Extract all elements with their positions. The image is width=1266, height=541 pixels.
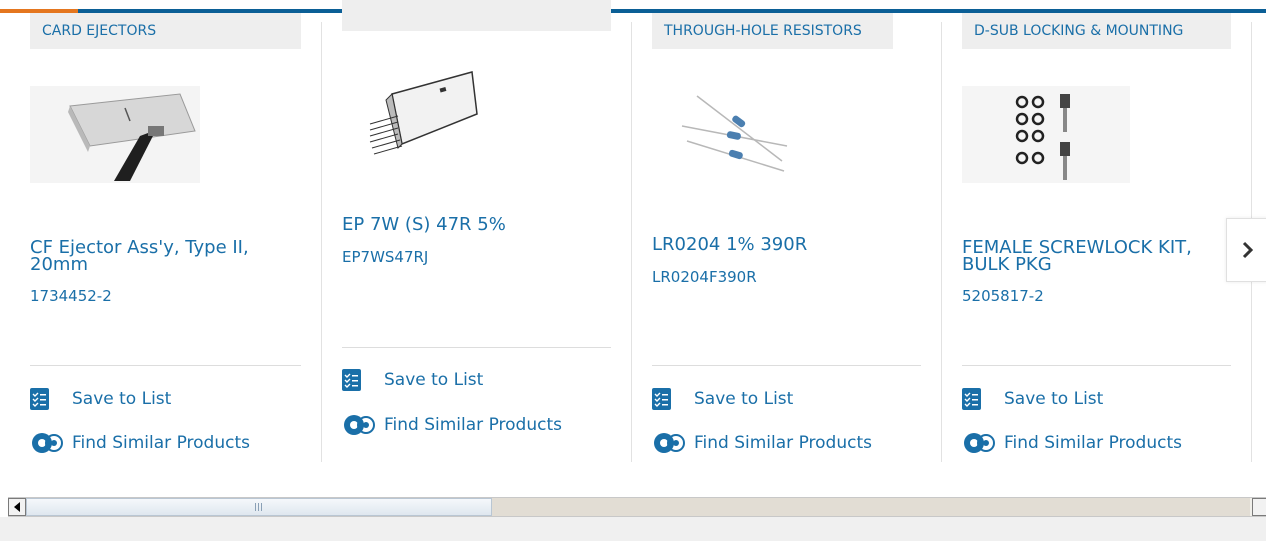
card-separator	[30, 365, 301, 366]
gears-icon	[342, 413, 376, 437]
scroll-left-button[interactable]	[8, 498, 26, 516]
product-image[interactable]	[30, 86, 200, 183]
card-separator	[962, 365, 1231, 366]
find-similar-button[interactable]: Find Similar Products	[652, 431, 872, 455]
card-divider	[321, 22, 322, 462]
find-similar-button[interactable]: Find Similar Products	[962, 431, 1182, 455]
category-tab[interactable]: D-SUB LOCKING & MOUNTING	[962, 13, 1231, 49]
save-to-list-button[interactable]: Save to List	[342, 369, 483, 391]
product-image[interactable]	[962, 86, 1130, 183]
card-separator	[652, 365, 921, 366]
save-to-list-label: Save to List	[1004, 389, 1104, 409]
product-title[interactable]: LR0204 1% 390R	[652, 236, 912, 254]
find-similar-label: Find Similar Products	[694, 433, 872, 453]
product-card: D-SUB LOCKING & MOUNTING FEMALE SCREWLOC…	[962, 0, 1231, 470]
card-ejector-icon	[68, 93, 196, 181]
checklist-icon	[962, 388, 981, 410]
product-card: CARD EJECTORS CF Ejector Ass'y, Type II,…	[30, 0, 301, 470]
save-to-list-label: Save to List	[72, 389, 172, 409]
product-title[interactable]: FEMALE SCREWLOCK KIT, BULK PKG	[962, 239, 1230, 274]
card-divider	[941, 22, 942, 462]
save-to-list-button[interactable]: Save to List	[30, 388, 171, 410]
scroll-track[interactable]	[492, 498, 1250, 516]
gears-icon	[962, 431, 996, 455]
carousel-next-button[interactable]	[1226, 218, 1266, 282]
horizontal-scrollbar[interactable]	[8, 497, 1266, 517]
resistor-network-icon	[369, 71, 478, 155]
screwlock-kit-icon	[1015, 94, 1070, 180]
find-similar-button[interactable]: Find Similar Products	[342, 413, 562, 437]
gears-icon	[30, 431, 64, 455]
product-carousel-page: CARD EJECTORS CF Ejector Ass'y, Type II,…	[0, 0, 1266, 541]
product-title[interactable]: EP 7W (S) 47R 5%	[342, 216, 602, 234]
category-tab[interactable]: THROUGH-HOLE RESISTORS	[652, 13, 893, 49]
checklist-icon	[30, 388, 49, 410]
save-to-list-label: Save to List	[384, 370, 484, 390]
arrow-left-icon	[14, 502, 20, 512]
save-to-list-label: Save to List	[694, 389, 794, 409]
part-number[interactable]: LR0204F390R	[652, 268, 757, 286]
part-number[interactable]: EP7WS47RJ	[342, 248, 428, 266]
chevron-right-icon	[1242, 241, 1254, 259]
product-image[interactable]	[362, 64, 482, 164]
grip-icon	[255, 503, 262, 511]
product-title[interactable]: CF Ejector Ass'y, Type II, 20mm	[30, 239, 290, 274]
gears-icon	[652, 431, 686, 455]
product-card: EP 7W (S) 47R 5% EP7WS47RJ Save to List	[342, 0, 611, 470]
checklist-icon	[652, 388, 671, 410]
product-image[interactable]	[672, 86, 802, 181]
card-separator	[342, 347, 611, 348]
scroll-right-button[interactable]	[1252, 498, 1266, 516]
scroll-thumb[interactable]	[26, 498, 492, 516]
checklist-icon	[342, 369, 361, 391]
footer-band	[0, 517, 1266, 541]
find-similar-label: Find Similar Products	[1004, 433, 1182, 453]
axial-resistors-icon	[681, 95, 788, 172]
save-to-list-button[interactable]: Save to List	[962, 388, 1103, 410]
save-to-list-button[interactable]: Save to List	[652, 388, 793, 410]
find-similar-label: Find Similar Products	[72, 433, 250, 453]
find-similar-button[interactable]: Find Similar Products	[30, 431, 250, 455]
category-tab[interactable]	[342, 0, 611, 31]
card-divider	[631, 22, 632, 462]
part-number[interactable]: 1734452-2	[30, 287, 112, 305]
category-tab[interactable]: CARD EJECTORS	[30, 13, 301, 49]
part-number[interactable]: 5205817-2	[962, 287, 1044, 305]
find-similar-label: Find Similar Products	[384, 415, 562, 435]
product-card: THROUGH-HOLE RESISTORS LR0204 1% 390R LR…	[652, 0, 921, 470]
